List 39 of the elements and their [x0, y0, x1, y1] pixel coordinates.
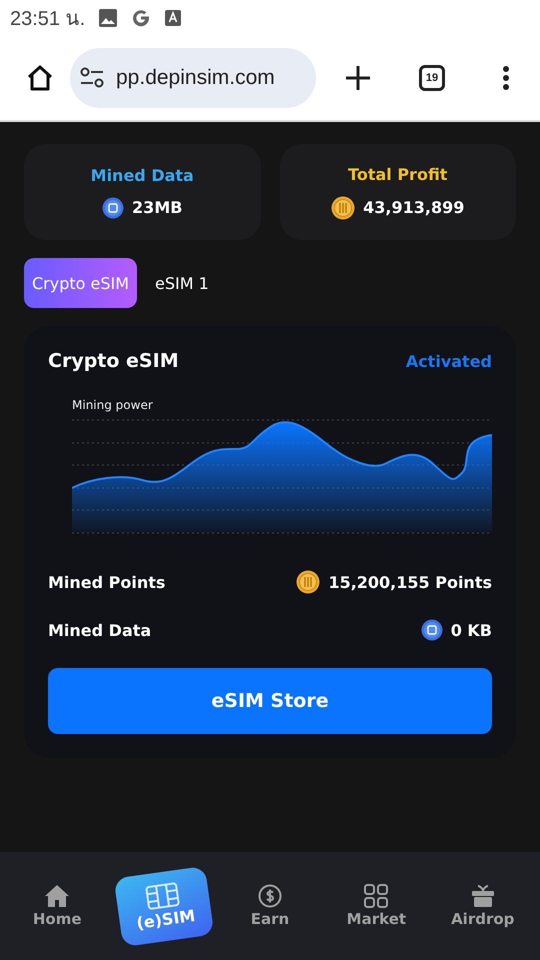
nav-tab[interactable]: (e)SIM — [113, 865, 214, 947]
translate-icon — [165, 10, 182, 26]
g-letter-icon — [131, 8, 152, 28]
nav-tab[interactable]: Airdrop — [436, 884, 529, 928]
plus-icon — [345, 65, 371, 91]
address-bar[interactable]: pp.depinsim.com — [70, 48, 316, 108]
stat-label: Mined Data — [90, 166, 194, 184]
grid-icon — [364, 884, 388, 908]
tab-switcher-button[interactable]: 19 — [419, 65, 445, 91]
chip-coin-icon — [102, 196, 124, 218]
image-icon — [99, 9, 118, 27]
row-value: 15,200,155 Points — [328, 572, 492, 592]
sim-tab[interactable]: eSIM 1 — [147, 258, 217, 308]
stat-value: 23MB — [132, 198, 182, 217]
sim-tab[interactable]: Crypto eSIM — [24, 258, 138, 308]
nav-tab[interactable]: Home — [11, 884, 104, 928]
status-text: Activated — [406, 352, 492, 370]
site-settings-icon — [80, 67, 104, 89]
gift-icon — [470, 884, 495, 908]
coin-icon — [331, 196, 356, 220]
coin-icon — [296, 570, 320, 594]
stat-label: Total Profit — [348, 164, 448, 184]
chart-label: Mining power — [72, 398, 153, 412]
nav-tab[interactable]: Market — [330, 884, 422, 928]
sim-card-icon — [144, 882, 180, 910]
home-icon — [25, 63, 55, 93]
chip-coin-icon — [420, 619, 443, 641]
esim-store-button[interactable]: eSIM Store — [48, 668, 492, 734]
url-text: pp.depinsim.com — [116, 66, 275, 90]
row-label: Mined Data — [48, 620, 152, 640]
stat-value: 43,913,899 — [363, 198, 464, 217]
nav-tab[interactable]: Earn — [224, 884, 316, 928]
dollar-coin-icon — [258, 884, 282, 908]
row-label: Mined Points — [48, 572, 166, 592]
menu-icon — [502, 65, 510, 91]
card-title: Crypto eSIM — [48, 350, 179, 372]
status-time: 23:51 น. — [10, 7, 86, 32]
row-value: 0 KB — [450, 620, 492, 640]
home-icon — [44, 884, 70, 908]
